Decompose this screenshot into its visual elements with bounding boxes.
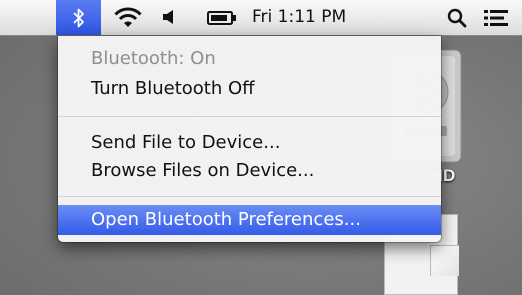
bluetooth-icon xyxy=(72,8,84,27)
battery-icon[interactable] xyxy=(207,11,237,25)
menu-bar: Fri 1:11 PM xyxy=(0,0,522,36)
bluetooth-menu-extra[interactable] xyxy=(56,0,101,35)
document-fold xyxy=(430,245,459,276)
spotlight-search-icon[interactable] xyxy=(447,8,467,28)
bluetooth-dropdown-menu: Bluetooth: On Turn Bluetooth Off Send Fi… xyxy=(58,36,441,242)
browse-files-item[interactable]: Browse Files on Device... xyxy=(58,156,441,186)
menubar-clock[interactable]: Fri 1:11 PM xyxy=(252,7,346,27)
bluetooth-status: Bluetooth: On xyxy=(91,48,216,69)
volume-icon[interactable] xyxy=(162,10,178,24)
notification-list-icon[interactable] xyxy=(484,9,508,27)
wifi-icon[interactable] xyxy=(113,6,143,28)
turn-bluetooth-off-item[interactable]: Turn Bluetooth Off xyxy=(58,74,441,104)
send-file-item[interactable]: Send File to Device... xyxy=(58,128,441,158)
menu-separator xyxy=(58,116,441,117)
menu-separator xyxy=(58,196,441,197)
open-bluetooth-preferences-item[interactable]: Open Bluetooth Preferences... xyxy=(58,205,441,235)
